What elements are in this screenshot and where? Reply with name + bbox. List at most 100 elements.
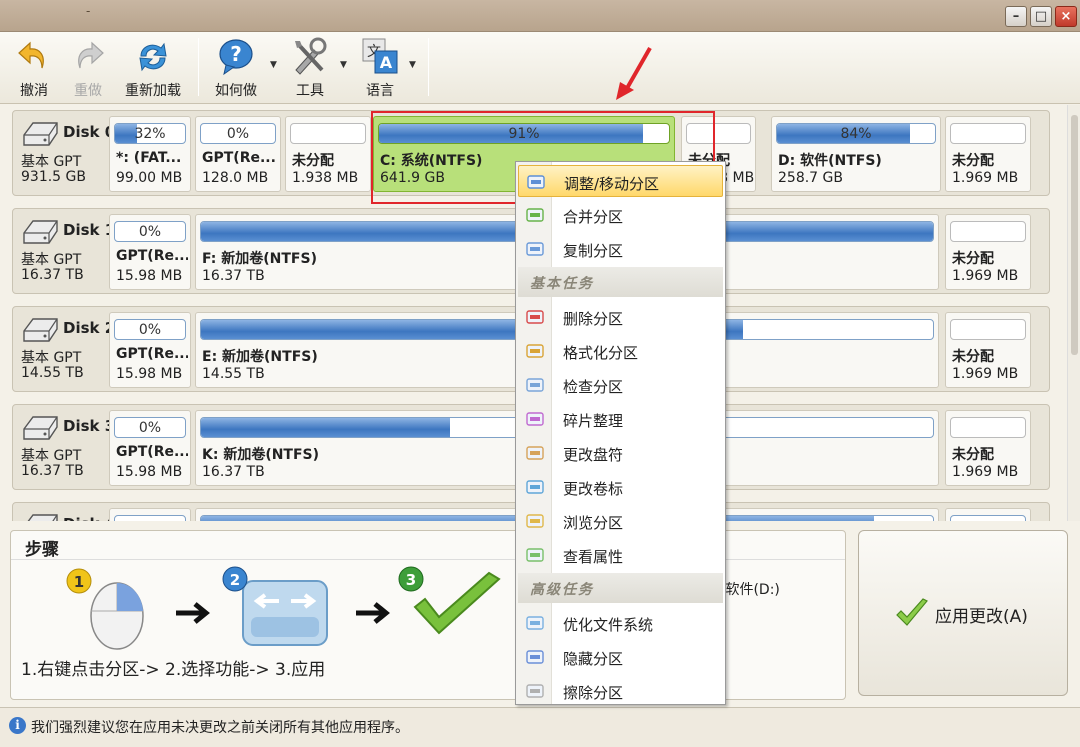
tools-dropdown-icon[interactable]: ▼ (340, 60, 347, 70)
disk-size: 16.37 TB (21, 267, 84, 283)
menu-item-label: 更改卷标 (563, 480, 624, 498)
partition-size: 258.7 GB (778, 170, 843, 186)
menu-item-label: 格式化分区 (563, 344, 639, 362)
hard-disk-icon (21, 413, 59, 445)
redo-icon (78, 41, 104, 69)
unallocated-partition[interactable]: 未分配 1.969 MB (945, 116, 1031, 192)
partition-label: GPT(Re... (116, 248, 188, 264)
tools-icon (295, 37, 327, 75)
menu-item[interactable]: 浏览分区 (518, 505, 723, 537)
partition-size: 14.55 TB (202, 366, 265, 382)
partition-label: *: (FAT... (116, 150, 182, 166)
checkmark-icon (413, 571, 501, 635)
menu-item-label: 碎片整理 (563, 412, 624, 430)
partition-block[interactable] (945, 508, 1031, 521)
partition-label: 未分配 (952, 349, 994, 365)
menu-item-label: 隐藏分区 (563, 650, 624, 668)
svg-text:1: 1 (74, 573, 84, 591)
howto-dropdown-icon[interactable]: ▼ (270, 60, 277, 70)
menu-section-header: 基本任务 (518, 267, 723, 297)
hard-disk-icon (21, 315, 59, 347)
partition-block[interactable]: 0% GPT(Re... 15.98 MB (109, 312, 191, 388)
disk-type: 基本 GPT (21, 154, 82, 170)
usage-percent: 0% (138, 420, 162, 436)
hard-disk-icon (21, 217, 59, 249)
partition-size: 16.37 TB (202, 268, 265, 284)
partition-size: 1.969 MB (952, 268, 1019, 284)
menu-item-label: 调整/移动分区 (564, 175, 660, 193)
menu-item[interactable]: 隐藏分区 (518, 641, 723, 673)
context-menu: 调整/移动分区合并分区复制分区基本任务删除分区格式化分区检查分区碎片整理更改盘符… (515, 161, 726, 705)
partition-label: 未分配 (292, 153, 334, 169)
close-button[interactable]: × (1055, 6, 1077, 27)
menu-section-header: 高级任务 (518, 573, 723, 603)
partition-block[interactable]: 0% GPT(Re... 15.98 MB (109, 214, 191, 290)
howto-button[interactable]: ? 如何做 (210, 36, 262, 100)
menu-item-label: 删除分区 (563, 310, 624, 328)
menu-item[interactable]: 删除分区 (518, 301, 723, 333)
language-dropdown-icon[interactable]: ▼ (409, 60, 416, 70)
defrag-icon (526, 412, 544, 426)
partition-size: 1.938 MB (292, 170, 359, 186)
menu-item[interactable]: 更改卷标 (518, 471, 723, 503)
menu-item[interactable]: 查看属性 (518, 539, 723, 571)
unallocated-partition[interactable]: 未分配 1.938 MB (285, 116, 371, 192)
copy-icon (526, 242, 544, 256)
minimize-button[interactable]: – (1005, 6, 1027, 27)
disk-name: Disk 1 (63, 221, 116, 239)
mouse-icon (90, 582, 144, 650)
language-button[interactable]: 文 A 语言 (360, 36, 400, 100)
undo-button[interactable]: 撤消 (14, 36, 54, 100)
reload-button[interactable]: 重新加载 (118, 36, 188, 100)
undo-icon (18, 41, 44, 69)
vertical-scrollbar[interactable] (1067, 105, 1080, 521)
partition-block[interactable]: 0% GPT(Re... 128.0 MB (195, 116, 281, 192)
info-icon: i (9, 717, 26, 734)
partition-block[interactable]: 84% D: 软件(NTFS) 258.7 GB (771, 116, 941, 192)
language-icon: 文 A (362, 38, 398, 74)
usage-bar: 0% (114, 221, 186, 242)
menu-item-label: 复制分区 (563, 242, 624, 260)
usage-bar (290, 123, 366, 144)
usage-bar (950, 319, 1026, 340)
unallocated-partition[interactable]: 未分配 1.969 MB (945, 214, 1031, 290)
steps-title: 步骤 (25, 540, 59, 560)
partition-block[interactable]: 0% GPT(Re... 15.98 MB (109, 410, 191, 486)
partition-size: 128.0 MB (202, 170, 269, 186)
merge-icon (526, 208, 544, 222)
menu-item[interactable]: 合并分区 (518, 199, 723, 231)
apply-changes-button[interactable]: 应用更改(A) (858, 530, 1068, 696)
usage-bar (950, 221, 1026, 242)
usage-percent: 32% (134, 126, 166, 142)
menu-item[interactable]: 碎片整理 (518, 403, 723, 435)
disk-size: 16.37 TB (21, 463, 84, 479)
tools-button[interactable]: 工具 (288, 36, 332, 100)
menu-section-label: 基本任务 (530, 276, 594, 292)
partition-block[interactable] (109, 508, 191, 521)
disk-name: Disk 2 (63, 319, 116, 337)
menu-item[interactable]: 优化文件系统 (518, 607, 723, 639)
menu-item[interactable]: 复制分区 (518, 233, 723, 265)
scrollbar-thumb[interactable] (1071, 115, 1078, 355)
maximize-button[interactable]: □ (1030, 6, 1052, 27)
unallocated-partition[interactable]: 未分配 1.969 MB (945, 312, 1031, 388)
partition-size: 15.98 MB (116, 464, 183, 480)
partition-label: K: 新加卷(NTFS) (202, 447, 320, 463)
apply-check-icon (896, 598, 928, 626)
apply-changes-label: 应用更改(A) (935, 607, 1028, 627)
menu-item[interactable]: 调整/移动分区 (518, 165, 723, 197)
disk-name: Disk 3 (63, 417, 116, 435)
redo-button[interactable]: 重做 (68, 36, 108, 100)
title-bar: - – □ × (0, 0, 1080, 32)
volume-label-icon (526, 480, 544, 494)
menu-item[interactable]: 格式化分区 (518, 335, 723, 367)
unallocated-partition[interactable]: 未分配 1.969 MB (945, 410, 1031, 486)
properties-icon (526, 548, 544, 562)
menu-item[interactable]: 更改盘符 (518, 437, 723, 469)
status-bar: i 我们强烈建议您在应用未决更改之前关闭所有其他应用程序。 (0, 707, 1080, 747)
menu-item[interactable]: 擦除分区 (518, 675, 723, 707)
hard-disk-icon (21, 511, 59, 521)
partition-label: 未分配 (952, 251, 994, 267)
menu-item[interactable]: 检查分区 (518, 369, 723, 401)
partition-block[interactable]: 32% *: (FAT... 99.00 MB (109, 116, 191, 192)
